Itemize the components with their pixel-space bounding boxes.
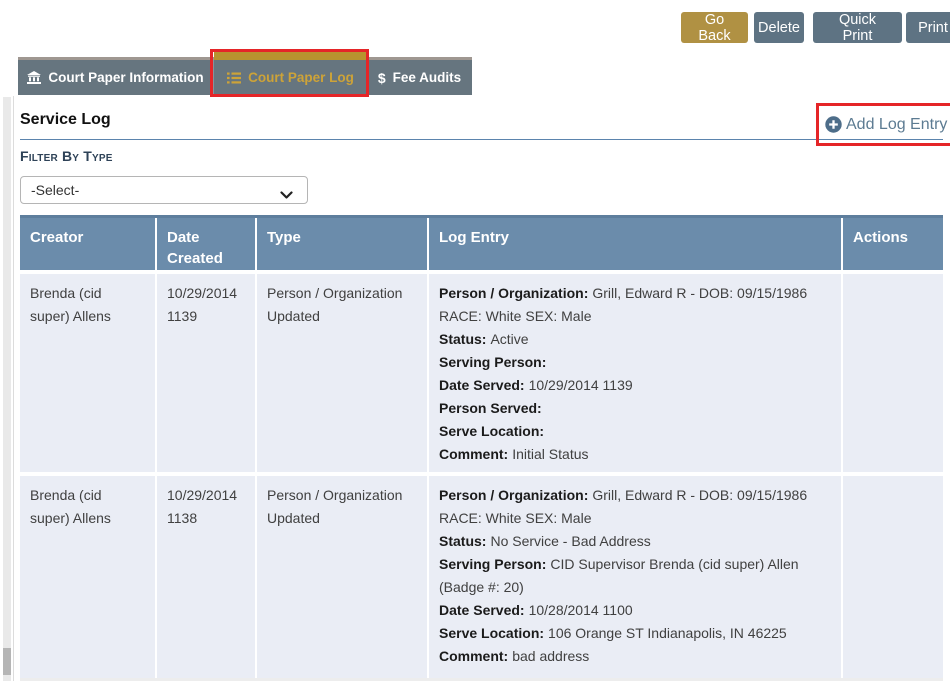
bank-icon [27, 71, 41, 84]
chevron-down-icon [280, 187, 293, 203]
section-title: Service Log [20, 111, 111, 129]
cell-creator: Brenda (cid super) Allens [20, 274, 155, 472]
scrollbar-thumb[interactable] [3, 648, 11, 675]
cell-actions [843, 476, 943, 678]
log-field-label: Comment: [439, 648, 508, 664]
scrollbar-track[interactable] [3, 97, 11, 681]
table-header-row: Creator Date Created Type Log Entry Acti… [20, 215, 943, 270]
log-field-label: Serving Person: [439, 556, 546, 572]
select-value: -Select- [31, 182, 79, 198]
tab-label: Court Paper Information [48, 70, 203, 85]
section-divider [20, 139, 943, 140]
tab-court-paper-log[interactable]: Court Paper Log [213, 60, 367, 95]
log-field-value: Active [490, 331, 528, 347]
log-field-label: Serve Location: [439, 423, 544, 439]
quick-print-button[interactable]: Quick Print [813, 12, 902, 43]
cell-type: Person / Organization Updated [257, 476, 427, 678]
list-icon [227, 72, 241, 84]
filter-by-type-label: Filter By Type [20, 148, 113, 164]
tab-bar: Court Paper Information Court Paper Log … [18, 57, 472, 95]
log-field-label: Person / Organization: [439, 487, 588, 503]
log-field-label: Status: [439, 331, 486, 347]
log-field-value: 10/29/2014 1139 [529, 377, 633, 393]
log-field-value: bad address [512, 648, 589, 664]
cell-date-created: 10/29/2014 1138 [157, 476, 255, 678]
header-log-entry: Log Entry [429, 218, 841, 270]
log-field-label: Person Served: [439, 400, 542, 416]
header-actions: Actions [843, 218, 943, 270]
log-field-label: Status: [439, 533, 486, 549]
tab-label: Court Paper Log [248, 70, 354, 85]
log-field-label: Comment: [439, 446, 508, 462]
log-field-label: Serve Location: [439, 625, 544, 641]
header-type: Type [257, 218, 427, 270]
log-field-value: 10/28/2014 1100 [529, 602, 633, 618]
header-creator: Creator [20, 218, 155, 270]
add-log-entry-button[interactable]: Add Log Entry [825, 110, 947, 139]
table-row: Brenda (cid super) Allens 10/29/2014 113… [20, 274, 943, 472]
plus-circle-icon [825, 116, 842, 133]
type-filter-select[interactable]: -Select- [20, 176, 308, 204]
cell-date-created: 10/29/2014 1139 [157, 274, 255, 472]
cell-log-entry: Person / Organization:Grill, Edward R - … [429, 274, 841, 472]
log-field-label: Date Served: [439, 602, 525, 618]
service-log-table: Creator Date Created Type Log Entry Acti… [20, 215, 943, 678]
go-back-button[interactable]: Go Back [681, 12, 748, 43]
active-tab-indicator [214, 52, 367, 60]
table-row: Brenda (cid super) Allens 10/29/2014 113… [20, 476, 943, 678]
log-field-value: 106 Orange ST Indianapolis, IN 46225 [548, 625, 787, 641]
log-field-label: Date Served: [439, 377, 525, 393]
log-field-value: Initial Status [512, 446, 588, 462]
cell-actions [843, 274, 943, 472]
cell-log-entry: Person / Organization:Grill, Edward R - … [429, 476, 841, 678]
header-date-created: Date Created [157, 218, 255, 270]
delete-button[interactable]: Delete [754, 12, 804, 43]
tab-fee-audits[interactable]: $ Fee Audits [367, 60, 471, 95]
log-field-label: Serving Person: [439, 354, 546, 370]
panel-left-border [13, 96, 14, 681]
log-field-value: No Service - Bad Address [490, 533, 650, 549]
add-log-entry-label: Add Log Entry [846, 116, 947, 134]
dollar-icon: $ [378, 70, 386, 86]
tab-label: Fee Audits [393, 70, 462, 85]
cell-creator: Brenda (cid super) Allens [20, 476, 155, 678]
cell-type: Person / Organization Updated [257, 274, 427, 472]
tab-court-paper-information[interactable]: Court Paper Information [18, 60, 213, 95]
log-field-label: Person / Organization: [439, 285, 588, 301]
print-button[interactable]: Print [906, 12, 950, 43]
